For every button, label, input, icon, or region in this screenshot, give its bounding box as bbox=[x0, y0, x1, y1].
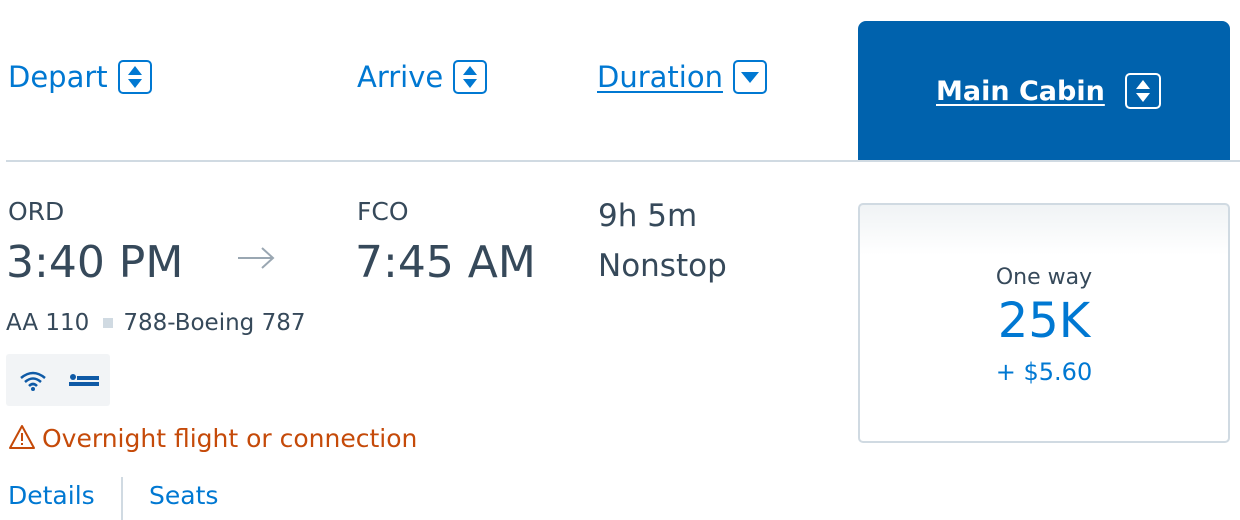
aircraft-type: 788-Boeing 787 bbox=[123, 310, 306, 336]
arrive-time: 7:45 AM bbox=[355, 237, 536, 288]
wifi-icon bbox=[19, 370, 47, 396]
depart-time: 3:40 PM bbox=[6, 237, 184, 288]
sort-both-icon[interactable] bbox=[1124, 73, 1161, 109]
origin-code: ORD bbox=[8, 197, 65, 226]
depart-label: Depart bbox=[8, 59, 108, 94]
sort-both-icon[interactable] bbox=[117, 60, 152, 94]
flight-duration: 9h 5m bbox=[598, 198, 698, 234]
lie-flat-seat-icon bbox=[68, 372, 100, 392]
trip-type: One way bbox=[995, 265, 1093, 290]
arrive-label: Arrive bbox=[357, 59, 444, 94]
seats-link[interactable]: Seats bbox=[149, 481, 218, 510]
flight-info: AA 110 788-Boeing 787 bbox=[6, 310, 306, 336]
flight-number: AA 110 bbox=[6, 310, 90, 336]
overnight-warning: Overnight flight or connection bbox=[42, 424, 418, 453]
destination-code: FCO bbox=[357, 197, 409, 226]
details-link[interactable]: Details bbox=[8, 481, 95, 510]
duration-label: Duration bbox=[597, 59, 723, 94]
stops-label: Nonstop bbox=[598, 248, 727, 284]
sort-main-cabin[interactable]: Main Cabin bbox=[936, 73, 1161, 109]
sort-depart[interactable]: Depart bbox=[8, 60, 152, 94]
warning-triangle-icon bbox=[8, 424, 36, 454]
main-cabin-fare-button[interactable]: One way 25K + $5.60 bbox=[858, 203, 1230, 443]
fare-miles: 25K bbox=[997, 293, 1091, 349]
main-cabin-label: Main Cabin bbox=[936, 75, 1105, 107]
sort-descending-icon[interactable] bbox=[732, 60, 767, 94]
sort-arrive[interactable]: Arrive bbox=[357, 59, 488, 94]
header-divider bbox=[6, 160, 1240, 162]
link-divider bbox=[121, 477, 123, 520]
right-arrow-icon bbox=[236, 245, 276, 275]
fare-fees: + $5.60 bbox=[995, 358, 1093, 386]
separator bbox=[103, 317, 114, 328]
sort-both-icon[interactable] bbox=[453, 60, 488, 94]
sort-duration[interactable]: Duration bbox=[597, 60, 767, 94]
